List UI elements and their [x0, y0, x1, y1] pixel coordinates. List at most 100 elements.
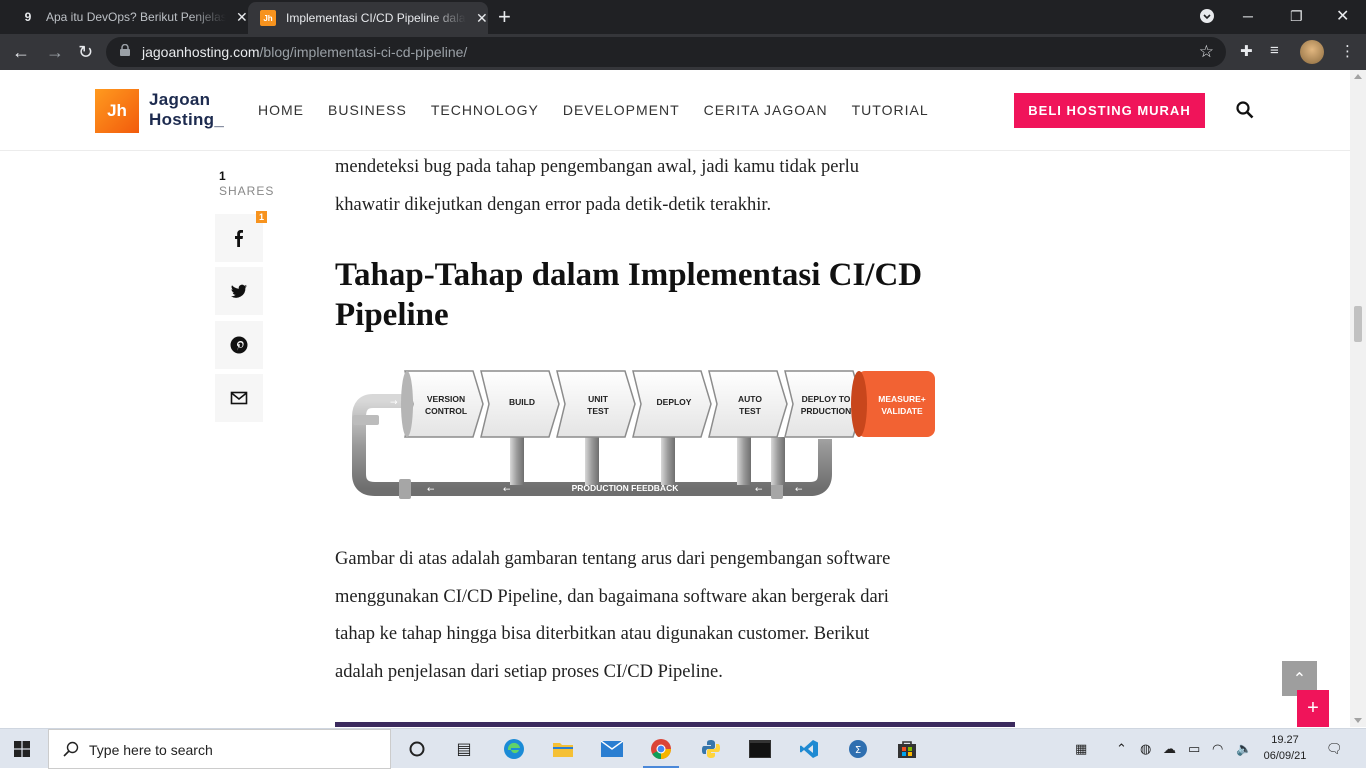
search-icon[interactable]	[1236, 101, 1254, 119]
tab-devops[interactable]: 9 Apa itu DevOps? Berikut Penjelas ✕	[8, 0, 248, 34]
edge-icon[interactable]	[502, 737, 526, 761]
notifications-icon[interactable]: 🗨	[1326, 741, 1343, 757]
browser-toolbar: ← → ↻ jagoanhosting.com/blog/implementas…	[0, 34, 1366, 70]
news-widget-icon[interactable]: ▦	[1075, 741, 1087, 757]
system-clock[interactable]: 19.27 06/09/21	[1258, 732, 1312, 764]
profile-menu-icon[interactable]	[1199, 0, 1215, 32]
nav-cerita-jagoan[interactable]: CERITA JAGOAN	[704, 102, 828, 118]
store-icon[interactable]	[895, 737, 919, 761]
feedback-droplines	[510, 437, 785, 485]
pipeline-stage: DEPLOY	[632, 370, 712, 438]
jagoan-logo-icon[interactable]: Jh	[95, 89, 139, 133]
pipeline-stage: AUTO TEST	[708, 370, 788, 438]
url-domain: jagoanhosting.com	[142, 44, 260, 60]
tray-chevron-up-icon[interactable]: ⌃	[1116, 741, 1127, 757]
stage-label: AUTO	[738, 394, 762, 404]
new-tab-button[interactable]: +	[498, 4, 511, 30]
svg-text:←: ←	[427, 485, 435, 495]
search-placeholder: Type here to search	[89, 742, 213, 758]
next-image-top	[335, 722, 1015, 727]
mail-app-icon[interactable]	[600, 737, 624, 761]
python-icon[interactable]	[699, 737, 723, 761]
nav-business[interactable]: BUSINESS	[328, 102, 407, 118]
restore-icon[interactable]: ❐	[1290, 0, 1303, 32]
wifi-icon[interactable]: ◠	[1212, 741, 1223, 757]
logo-wordmark[interactable]: Jagoan Hosting_	[149, 90, 224, 130]
terminal-icon[interactable]	[748, 737, 772, 761]
logo-line-2: Hosting_	[149, 110, 225, 129]
browser-menu-icon[interactable]: ⋮	[1340, 42, 1355, 60]
heading-line: Tahap-Tahap dalam Implementasi CI/CD	[335, 257, 923, 293]
share-label: SHARES	[219, 184, 275, 198]
onedrive-icon[interactable]: ☁	[1163, 741, 1176, 757]
page-scrollbar[interactable]	[1350, 70, 1366, 727]
stage-label: TEST	[739, 406, 762, 416]
facebook-share-badge: 1	[256, 211, 267, 223]
share-pinterest-button[interactable]	[215, 321, 263, 369]
mail-icon	[230, 391, 248, 405]
final-stage-line-2: VALIDATE	[881, 406, 923, 416]
windows-start-icon[interactable]	[14, 741, 30, 757]
url-text: jagoanhosting.com/blog/implementasi-ci-c…	[142, 44, 467, 60]
media-queue-icon[interactable]: ≡	[1270, 42, 1279, 59]
taskbar-search-box[interactable]: Type here to search	[48, 729, 391, 769]
stage-label: BUILD	[509, 397, 535, 407]
svg-text:←: ←	[755, 485, 763, 495]
scroll-up-arrow-icon[interactable]	[1354, 74, 1362, 79]
tray-app-icon[interactable]: ◍	[1140, 741, 1151, 757]
task-view-icon[interactable]: ▤	[452, 737, 476, 761]
profile-avatar[interactable]	[1300, 40, 1324, 64]
stage-label: PRDUCTION	[801, 406, 852, 416]
search-icon	[63, 741, 79, 757]
battery-icon[interactable]: ▭	[1188, 741, 1200, 757]
text-line: Gambar di atas adalah gambaran tentang a…	[335, 549, 891, 569]
clock-time: 19.27	[1271, 734, 1299, 746]
close-window-icon[interactable]: ✕	[1336, 0, 1349, 32]
close-tab-icon[interactable]: ✕	[476, 10, 488, 27]
intro-paragraph: mendeteksi bug pada tahap pengembangan a…	[335, 151, 1015, 224]
article-area: 1 SHARES 1 mendeteksi bug pada tahap pen…	[0, 151, 1350, 727]
text-line: tahap ke tahap hingga bisa diterbitkan a…	[335, 624, 870, 644]
share-twitter-button[interactable]	[215, 267, 263, 315]
nav-technology[interactable]: TECHNOLOGY	[431, 102, 539, 118]
pipe-joint	[399, 479, 411, 499]
twitter-icon	[231, 284, 247, 298]
address-bar[interactable]: jagoanhosting.com/blog/implementasi-ci-c…	[106, 37, 1226, 67]
vscode-icon[interactable]	[797, 737, 821, 761]
share-email-button[interactable]	[215, 374, 263, 422]
stage-label: DEPLOY TO	[802, 394, 851, 404]
body-paragraph: Gambar di atas adalah gambaran tentang a…	[335, 541, 1015, 691]
jagoan-favicon-icon: Jh	[260, 10, 276, 26]
windows-taskbar: Type here to search ▤ Σ ▦ ⌃ ◍ ☁ ▭ ◠ 🔈 19…	[0, 728, 1366, 769]
stage-label: UNIT	[588, 394, 609, 404]
pipeline-stage: VERSION CONTROL	[401, 370, 484, 438]
nav-development[interactable]: DEVELOPMENT	[563, 102, 680, 118]
scroll-down-arrow-icon[interactable]	[1354, 718, 1362, 723]
cortana-icon[interactable]	[405, 737, 429, 761]
volume-icon[interactable]: 🔈	[1236, 741, 1252, 757]
pinterest-icon	[230, 336, 248, 354]
floating-plus-button[interactable]: +	[1297, 690, 1329, 727]
scrollbar-thumb[interactable]	[1354, 306, 1362, 342]
tab-cicd[interactable]: Jh Implementasi CI/CD Pipeline dala ✕	[248, 2, 488, 34]
text-line: khawatir dikejutkan dengan error pada de…	[335, 194, 772, 215]
google-g-icon: 9	[24, 10, 32, 24]
math-input-icon[interactable]: Σ	[846, 737, 870, 761]
heading-line: Pipeline	[335, 297, 449, 333]
minimize-icon[interactable]: ─	[1243, 0, 1253, 32]
bookmark-star-icon[interactable]: ☆	[1199, 42, 1214, 62]
stage-label: TEST	[587, 406, 610, 416]
back-icon[interactable]: ←	[12, 41, 30, 63]
section-heading: Tahap-Tahap dalam Implementasi CI/CD Pip…	[335, 255, 1015, 335]
buy-hosting-button[interactable]: BELI HOSTING MURAH	[1014, 93, 1205, 128]
chrome-icon[interactable]	[643, 737, 679, 768]
extensions-puzzle-icon[interactable]: ✚	[1240, 42, 1253, 60]
file-explorer-icon[interactable]	[551, 737, 575, 761]
nav-tutorial[interactable]: TUTORIAL	[852, 102, 929, 118]
cicd-pipeline-diagram: ← ← ← ← → PRODUCTION FEEDBACK VERSION CONTRO…	[352, 370, 935, 499]
forward-icon[interactable]: →	[46, 41, 64, 63]
nav-home[interactable]: HOME	[258, 102, 304, 118]
reload-icon[interactable]: ↻	[78, 41, 93, 63]
svg-text:→: →	[390, 398, 398, 408]
close-tab-icon[interactable]: ✕	[236, 9, 248, 26]
